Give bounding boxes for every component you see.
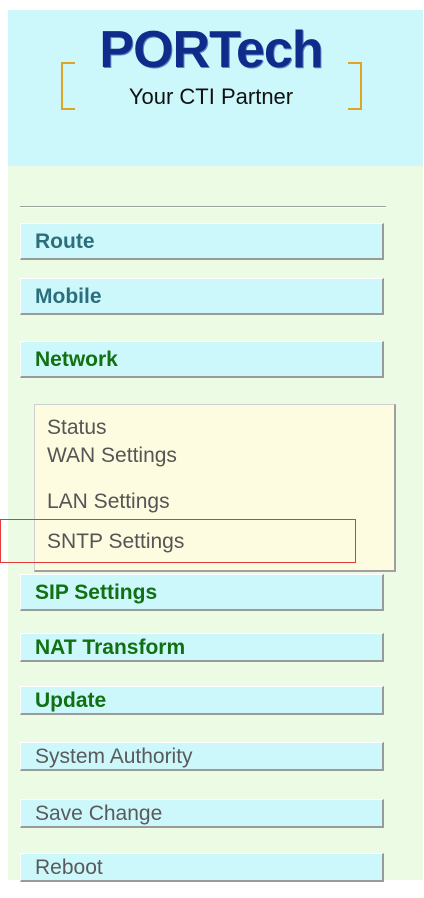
logo-title: PORTech xyxy=(99,21,323,79)
menu-system-authority[interactable]: System Authority xyxy=(20,742,384,771)
menu-update[interactable]: Update xyxy=(20,686,384,715)
selection-highlight xyxy=(0,519,356,563)
menu-mobile[interactable]: Mobile xyxy=(20,278,384,315)
menu-reboot[interactable]: Reboot xyxy=(20,853,384,882)
menu-route[interactable]: Route xyxy=(20,223,384,260)
submenu-wan-settings[interactable]: WAN Settings xyxy=(47,443,177,469)
logo-area: PORTech Your CTI Partner xyxy=(8,10,423,166)
submenu-status[interactable]: Status xyxy=(47,415,107,441)
submenu-lan-settings[interactable]: LAN Settings xyxy=(47,489,170,515)
menu-network[interactable]: Network xyxy=(20,341,384,378)
sidebar-panel: PORTech Your CTI Partner Route Mobile Ne… xyxy=(8,10,423,882)
menu-divider xyxy=(20,206,386,208)
menu-sip-settings[interactable]: SIP Settings xyxy=(20,574,384,611)
menu-save-change[interactable]: Save Change xyxy=(20,799,384,828)
menu-nat-transform[interactable]: NAT Transform xyxy=(20,633,384,662)
logo-subtitle: Your CTI Partner xyxy=(128,84,294,109)
